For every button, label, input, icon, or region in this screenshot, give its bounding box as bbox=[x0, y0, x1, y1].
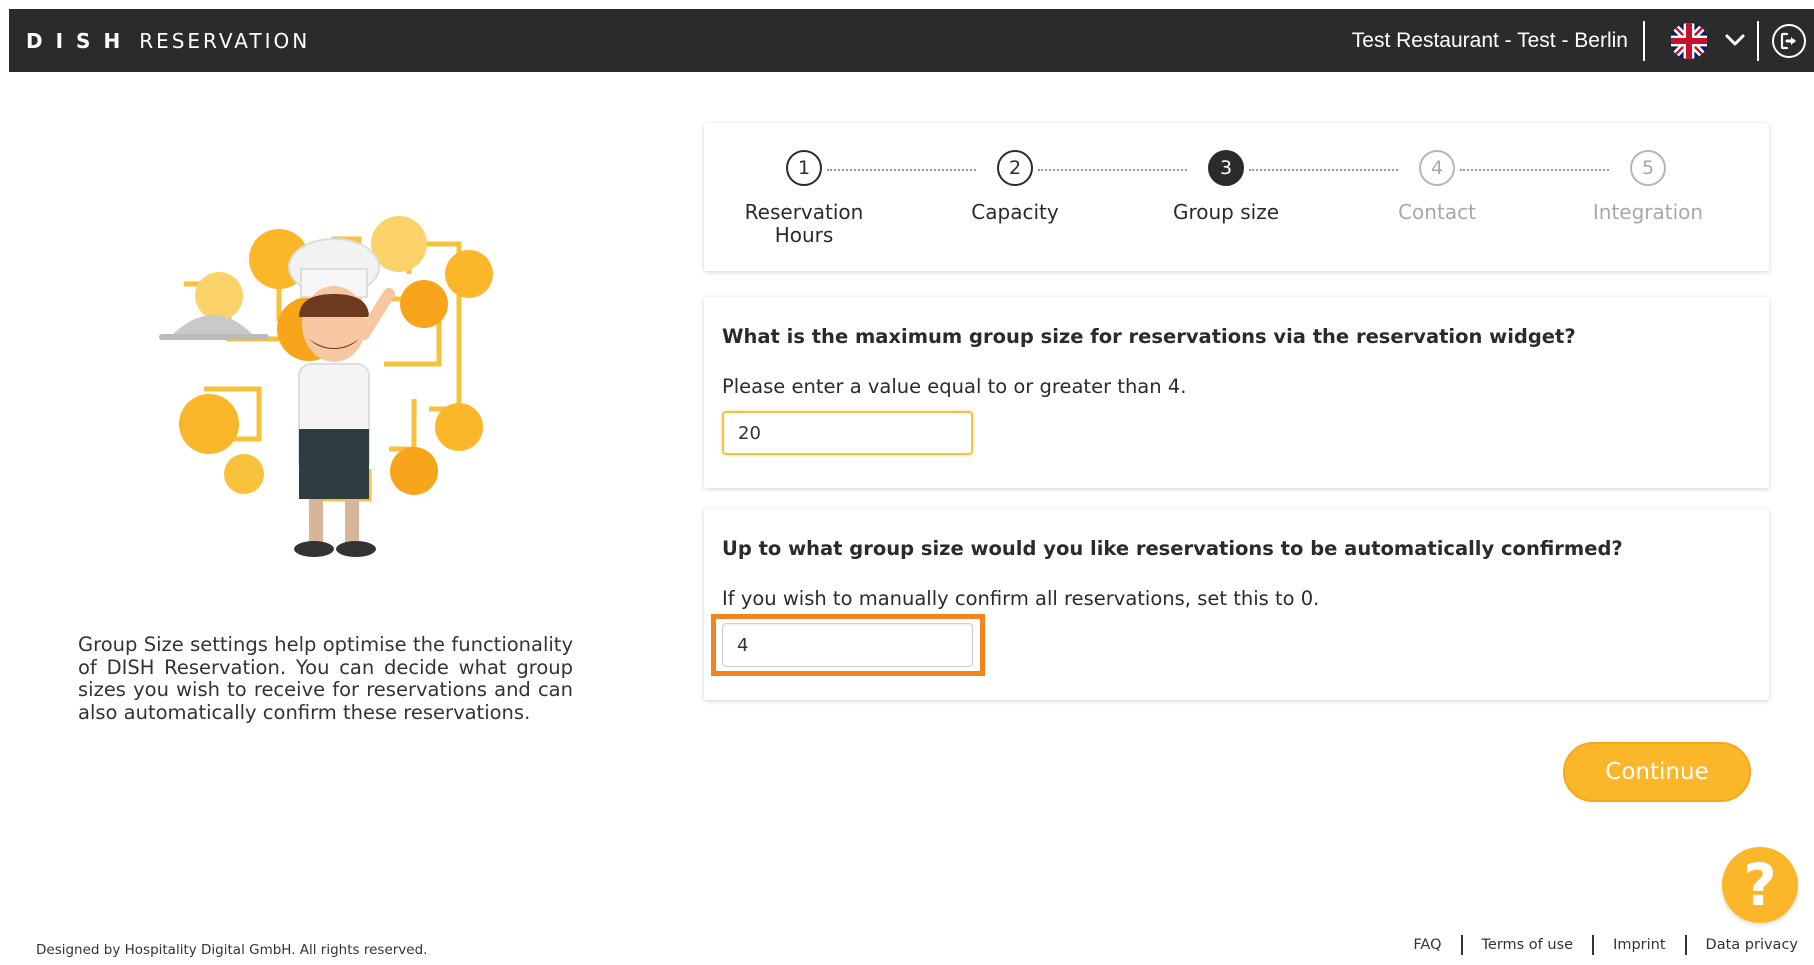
brand-dish: DISH bbox=[26, 28, 134, 53]
step-label: Integration bbox=[1592, 200, 1704, 224]
max-group-size-title: What is the maximum group size for reser… bbox=[722, 325, 1576, 348]
step-connector bbox=[1038, 169, 1187, 171]
brand-reservation: RESERVATION bbox=[139, 28, 311, 53]
footer-link-imprint[interactable]: Imprint bbox=[1594, 937, 1684, 953]
header-divider-2 bbox=[1757, 21, 1759, 61]
step-label: Reservation Hours bbox=[744, 200, 864, 247]
chef-illustration bbox=[159, 199, 499, 569]
restaurant-name[interactable]: Test Restaurant - Test - Berlin bbox=[1352, 9, 1628, 72]
top-bar: DISH RESERVATION Test Restaurant - Test … bbox=[9, 9, 1814, 72]
group-size-description: Group Size settings help optimise the fu… bbox=[78, 633, 573, 724]
step-connector bbox=[1249, 169, 1398, 171]
footer-link-terms[interactable]: Terms of use bbox=[1463, 937, 1593, 953]
step-label: Contact bbox=[1398, 200, 1476, 224]
progress-stepper: 1 Reservation Hours 2 Capacity 3 Group s… bbox=[704, 123, 1769, 271]
max-group-size-card: What is the maximum group size for reser… bbox=[704, 297, 1769, 488]
auto-confirm-title: Up to what group size would you like res… bbox=[722, 537, 1623, 560]
step-connector bbox=[1460, 169, 1609, 171]
uk-flag-icon[interactable] bbox=[1670, 23, 1708, 59]
step-number: 1 bbox=[786, 150, 822, 186]
max-group-size-input[interactable] bbox=[722, 411, 973, 455]
app-frame: DISH RESERVATION Test Restaurant - Test … bbox=[9, 9, 1814, 965]
step-label: Group size bbox=[1172, 200, 1280, 224]
step-number: 4 bbox=[1419, 150, 1455, 186]
footer-link-faq[interactable]: FAQ bbox=[1394, 937, 1460, 953]
chevron-down-icon[interactable] bbox=[1722, 27, 1748, 53]
help-button[interactable]: ? bbox=[1722, 847, 1798, 923]
logout-icon[interactable] bbox=[1772, 24, 1806, 58]
continue-button[interactable]: Continue bbox=[1563, 742, 1751, 802]
brand-logo[interactable]: DISH RESERVATION bbox=[26, 9, 310, 72]
step-number: 3 bbox=[1208, 150, 1244, 186]
step-number: 2 bbox=[997, 150, 1033, 186]
step-number: 5 bbox=[1630, 150, 1666, 186]
step-connector bbox=[827, 169, 976, 171]
auto-confirm-input[interactable] bbox=[722, 623, 973, 667]
auto-confirm-card: Up to what group size would you like res… bbox=[704, 509, 1769, 700]
footer-link-privacy[interactable]: Data privacy bbox=[1687, 937, 1798, 953]
auto-confirm-hint: If you wish to manually confirm all rese… bbox=[722, 587, 1320, 610]
footer-links: FAQ Terms of use Imprint Data privacy bbox=[1394, 935, 1798, 955]
step-label: Capacity bbox=[971, 200, 1059, 224]
footer-copyright: Designed by Hospitality Digital GmbH. Al… bbox=[36, 942, 428, 958]
max-group-size-hint: Please enter a value equal to or greater… bbox=[722, 375, 1187, 398]
header-divider bbox=[1643, 21, 1645, 61]
